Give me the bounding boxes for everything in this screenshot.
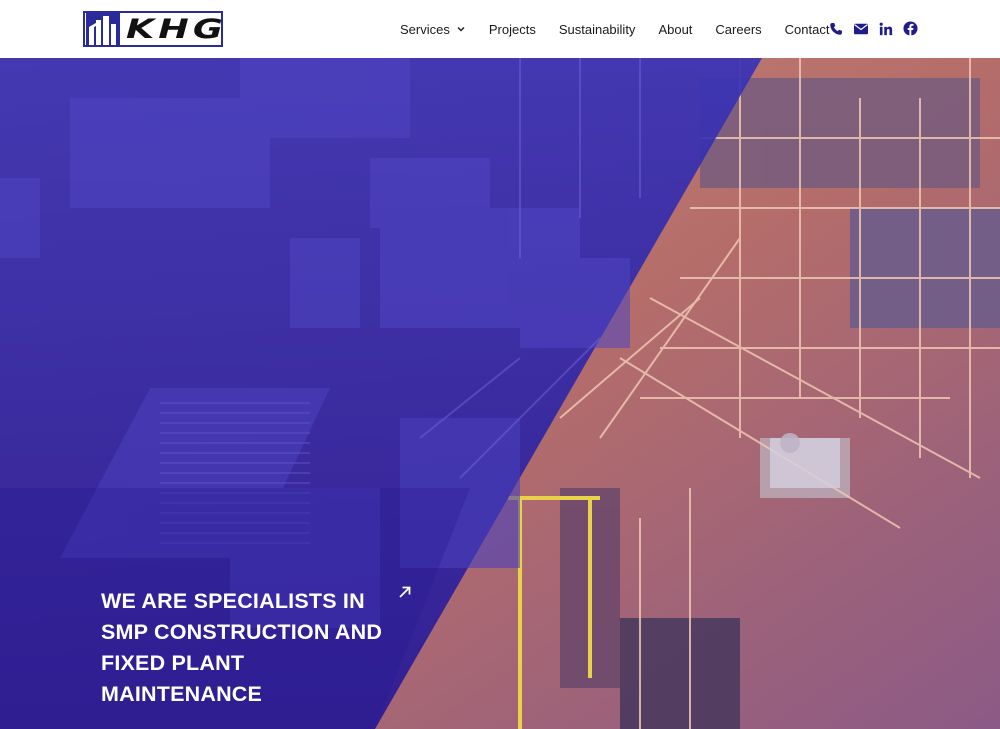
main-nav: Services Projects Sustainability About C… <box>400 0 852 58</box>
phone-icon[interactable] <box>828 21 843 36</box>
nav-item-contact[interactable]: Contact <box>785 22 830 37</box>
social-links <box>828 21 928 36</box>
hero-headline: WE ARE SPECIALISTS IN SMP CONSTRUCTION A… <box>101 586 401 710</box>
linkedin-icon[interactable] <box>878 21 893 36</box>
headline-line: MAINTENANCE <box>101 682 263 706</box>
logo-buildings-icon <box>86 13 120 45</box>
headline-line: FIXED PLANT <box>101 651 245 675</box>
nav-item-label: Sustainability <box>558 21 636 37</box>
nav-item-label: About <box>658 21 693 37</box>
headline-line: SMP CONSTRUCTION AND <box>101 620 383 644</box>
khg-logo[interactable]: KHG <box>83 11 223 47</box>
nav-item-services[interactable]: Services <box>400 22 466 37</box>
site-header: KHG Services Projects Sustainability Abo… <box>0 0 1000 58</box>
nav-item-label: Services <box>400 21 450 37</box>
chevron-down-icon <box>457 27 465 32</box>
nav-item-projects[interactable]: Projects <box>489 22 536 37</box>
facebook-icon[interactable] <box>903 21 918 36</box>
nav-item-careers[interactable]: Careers <box>715 22 761 37</box>
arrow-up-right-icon[interactable] <box>397 584 413 600</box>
hero-section: WE ARE SPECIALISTS IN SMP CONSTRUCTION A… <box>0 58 1000 729</box>
nav-item-label: Careers <box>715 21 762 37</box>
headline-line: WE ARE SPECIALISTS IN <box>101 589 365 613</box>
nav-item-about[interactable]: About <box>658 22 692 37</box>
nav-item-label: Projects <box>488 21 536 37</box>
nav-item-label: Contact <box>784 21 830 37</box>
logo-text: KHG <box>126 13 227 45</box>
email-icon[interactable] <box>853 21 868 36</box>
nav-item-sustainability[interactable]: Sustainability <box>559 22 636 37</box>
